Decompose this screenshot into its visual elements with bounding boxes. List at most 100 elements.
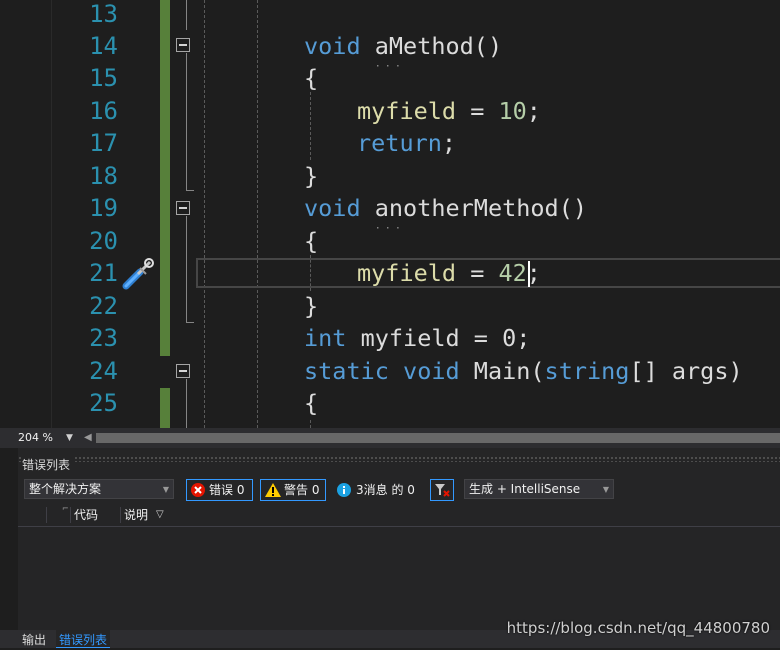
chevron-down-icon[interactable]: ▼ [66, 429, 73, 447]
code-parens: () [558, 194, 587, 222]
scope-dropdown[interactable]: 整个解决方案 ▼ [24, 479, 174, 499]
error-list-header: ⌐ 代码 说明 ▽ [18, 504, 780, 527]
line-number: 20 [89, 227, 118, 255]
error-icon [190, 482, 206, 502]
column-resize-corner: ⌐ [62, 504, 69, 513]
sort-down-icon[interactable]: ▽ [156, 507, 164, 523]
code-line-24[interactable]: static void Main(string[] args) [304, 355, 743, 387]
code-line-21[interactable]: myfield = 42; [357, 257, 541, 289]
code-line-16[interactable]: myfield = 10; [357, 95, 541, 127]
code-number: 42 [498, 259, 527, 287]
warnings-filter-button[interactable]: 警告 0 [260, 479, 326, 501]
tab-error-list[interactable]: 错误列表 [56, 630, 111, 648]
warning-icon [264, 482, 282, 502]
code-line-23[interactable]: int myfield = 0; [304, 322, 530, 354]
filter-icon [434, 482, 450, 502]
code-field: myfield [357, 259, 457, 287]
code-parens: () [473, 32, 503, 60]
tab-output[interactable]: 输出 [22, 630, 46, 648]
column-separator[interactable] [70, 507, 71, 523]
warnings-filter-label: 警告 0 [284, 483, 320, 497]
scroll-left-icon[interactable]: ◀ [84, 429, 92, 447]
scope-dropdown-value: 整个解决方案 [29, 482, 102, 496]
code-keyword: void [304, 32, 361, 60]
code-text: myfield = 0; [346, 324, 531, 352]
change-indicator-bar [160, 388, 170, 428]
code-line-14[interactable]: void aMethod() [304, 30, 502, 62]
build-intellisense-value: 生成 + IntelliSense [469, 482, 581, 496]
build-intellisense-dropdown[interactable]: 生成 + IntelliSense ▼ [464, 479, 614, 499]
line-number: 23 [89, 324, 118, 352]
filter-toggle-button[interactable] [430, 479, 454, 501]
editor-status-bar: 204 % ▼ ◀ [0, 428, 780, 448]
code-editor[interactable]: 13 14 15 16 17 18 19 20 21 22 23 24 25 v… [0, 0, 780, 428]
line-number: 25 [89, 389, 118, 417]
messages-filter-button[interactable]: 3消息 的 0 [332, 479, 424, 501]
code-line-20[interactable]: { [304, 225, 318, 257]
column-separator[interactable] [46, 507, 47, 523]
code-method-name: notherMethod [388, 194, 559, 222]
code-operator: = [456, 259, 499, 287]
code-method-name-initial: a [375, 194, 389, 222]
code-line-25[interactable]: { [304, 387, 318, 419]
column-separator[interactable] [120, 507, 121, 523]
error-list-panel: 错误列表 整个解决方案 ▼ 错误 0 警告 0 3消息 的 0 生成 + Int… [18, 448, 780, 630]
collapse-icon[interactable] [176, 201, 190, 215]
code-brace: { [304, 227, 319, 255]
line-number: 15 [89, 64, 118, 92]
column-header-description[interactable]: 说明 [124, 506, 148, 524]
code-text: [] args) [629, 357, 743, 385]
panel-grip[interactable] [18, 456, 780, 462]
code-keyword: return [357, 129, 442, 157]
line-number: 21 [89, 259, 118, 287]
watermark-text: https://blog.csdn.net/qq_44800780 [506, 619, 770, 637]
outline-line [186, 53, 187, 191]
code-line-22[interactable]: } [304, 290, 318, 322]
code-keyword: void [403, 357, 460, 385]
line-number: 14 [89, 32, 118, 60]
outline-line [186, 379, 187, 428]
collapse-icon[interactable] [176, 38, 190, 52]
line-number: 16 [89, 97, 118, 125]
text-caret [528, 261, 530, 287]
indent-guide [257, 0, 258, 428]
line-number: 18 [89, 162, 118, 190]
screwdriver-wrench-icon[interactable] [120, 258, 156, 292]
indent-guide [204, 0, 205, 428]
code-number: 10 [498, 97, 527, 125]
outline-line [186, 216, 187, 323]
code-field: myfield [357, 97, 457, 125]
line-number: 13 [89, 0, 118, 28]
code-semicolon: ; [441, 129, 457, 157]
indent-guide [310, 92, 311, 160]
line-number: 22 [89, 292, 118, 320]
info-icon [336, 482, 352, 502]
line-number: 19 [89, 194, 118, 222]
code-keyword: int [304, 324, 347, 352]
outline-end [186, 322, 194, 323]
outline-end [186, 190, 194, 191]
messages-filter-label: 3消息 的 0 [356, 483, 415, 497]
chevron-down-icon: ▼ [602, 485, 609, 494]
code-line-18[interactable]: } [304, 160, 318, 192]
code-line-17[interactable]: return; [357, 127, 456, 159]
code-operator: = [456, 97, 499, 125]
line-number: 24 [89, 357, 118, 385]
line-number: 17 [89, 129, 118, 157]
code-method-name-initial: a [375, 32, 389, 60]
horizontal-scrollbar-thumb[interactable] [96, 433, 780, 443]
code-semicolon: ; [526, 97, 541, 125]
errors-filter-label: 错误 0 [209, 483, 245, 497]
code-keyword: void [304, 194, 361, 222]
collapse-icon[interactable] [176, 364, 190, 378]
code-brace: } [304, 292, 319, 320]
code-brace: { [304, 389, 319, 417]
code-method-name: Main [473, 357, 531, 385]
error-list-toolbar: 整个解决方案 ▼ 错误 0 警告 0 3消息 的 0 生成 + IntelliS… [18, 478, 780, 502]
code-brace: } [304, 162, 319, 190]
code-line-15[interactable]: { [304, 62, 318, 94]
column-header-code[interactable]: 代码 [74, 506, 98, 524]
code-type: string [544, 357, 630, 385]
code-line-19[interactable]: void anotherMethod() [304, 192, 587, 224]
errors-filter-button[interactable]: 错误 0 [186, 479, 253, 501]
